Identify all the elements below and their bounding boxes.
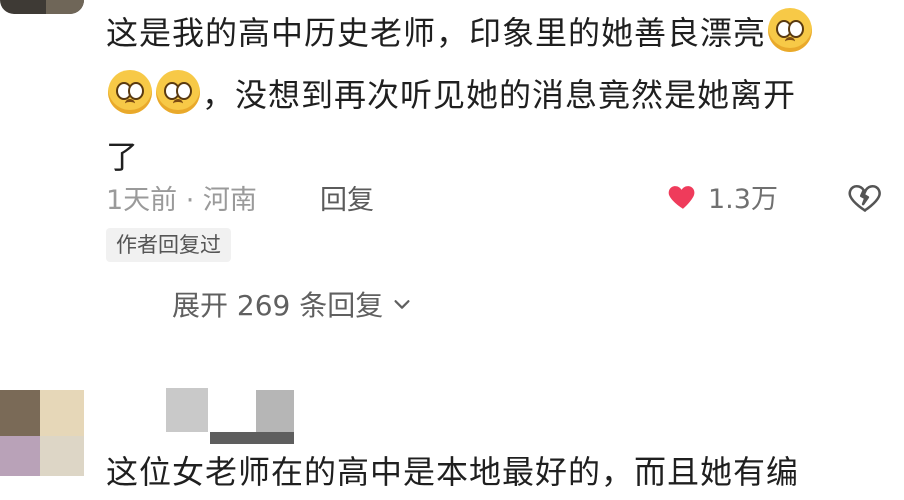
like-button[interactable]: 1.3万	[666, 174, 778, 218]
expand-replies-label: 展开 269 条回复	[172, 289, 384, 322]
reply-button[interactable]: 回复	[320, 178, 374, 217]
crying-face-emoji-icon	[768, 8, 813, 52]
comment-line3: 了	[106, 138, 140, 176]
author-replied-badge: 作者回复过	[106, 228, 231, 262]
comment-text: 这是我的高中历史老师，印象里的她善良漂亮 ，没想到再次听见她的消息竟然是她离开 …	[106, 2, 896, 188]
comment-line2: ，没想到再次听见她的消息竟然是她离开	[202, 76, 797, 114]
expand-replies-button[interactable]: 展开 269 条回复	[172, 284, 413, 324]
crying-face-emoji-icon	[156, 70, 200, 114]
crying-face-emoji-icon	[108, 70, 152, 114]
heart-icon	[668, 186, 695, 209]
comment-meta-row: 1天前 · 河南 回复 1.3万	[106, 174, 896, 218]
avatar[interactable]	[0, 0, 84, 14]
comment-time-location: 1天前 · 河南	[106, 185, 257, 216]
avatar[interactable]	[0, 390, 84, 500]
like-count: 1.3万	[708, 183, 778, 215]
dislike-broken-heart-icon[interactable]	[846, 178, 884, 216]
username-redacted	[166, 388, 296, 450]
comment-text: 这位女老师在的高中是本地最好的，而且她有编	[106, 453, 800, 491]
chevron-down-icon	[394, 300, 410, 309]
comment-line1: 这是我的高中历史老师，印象里的她善良漂亮	[106, 14, 767, 52]
